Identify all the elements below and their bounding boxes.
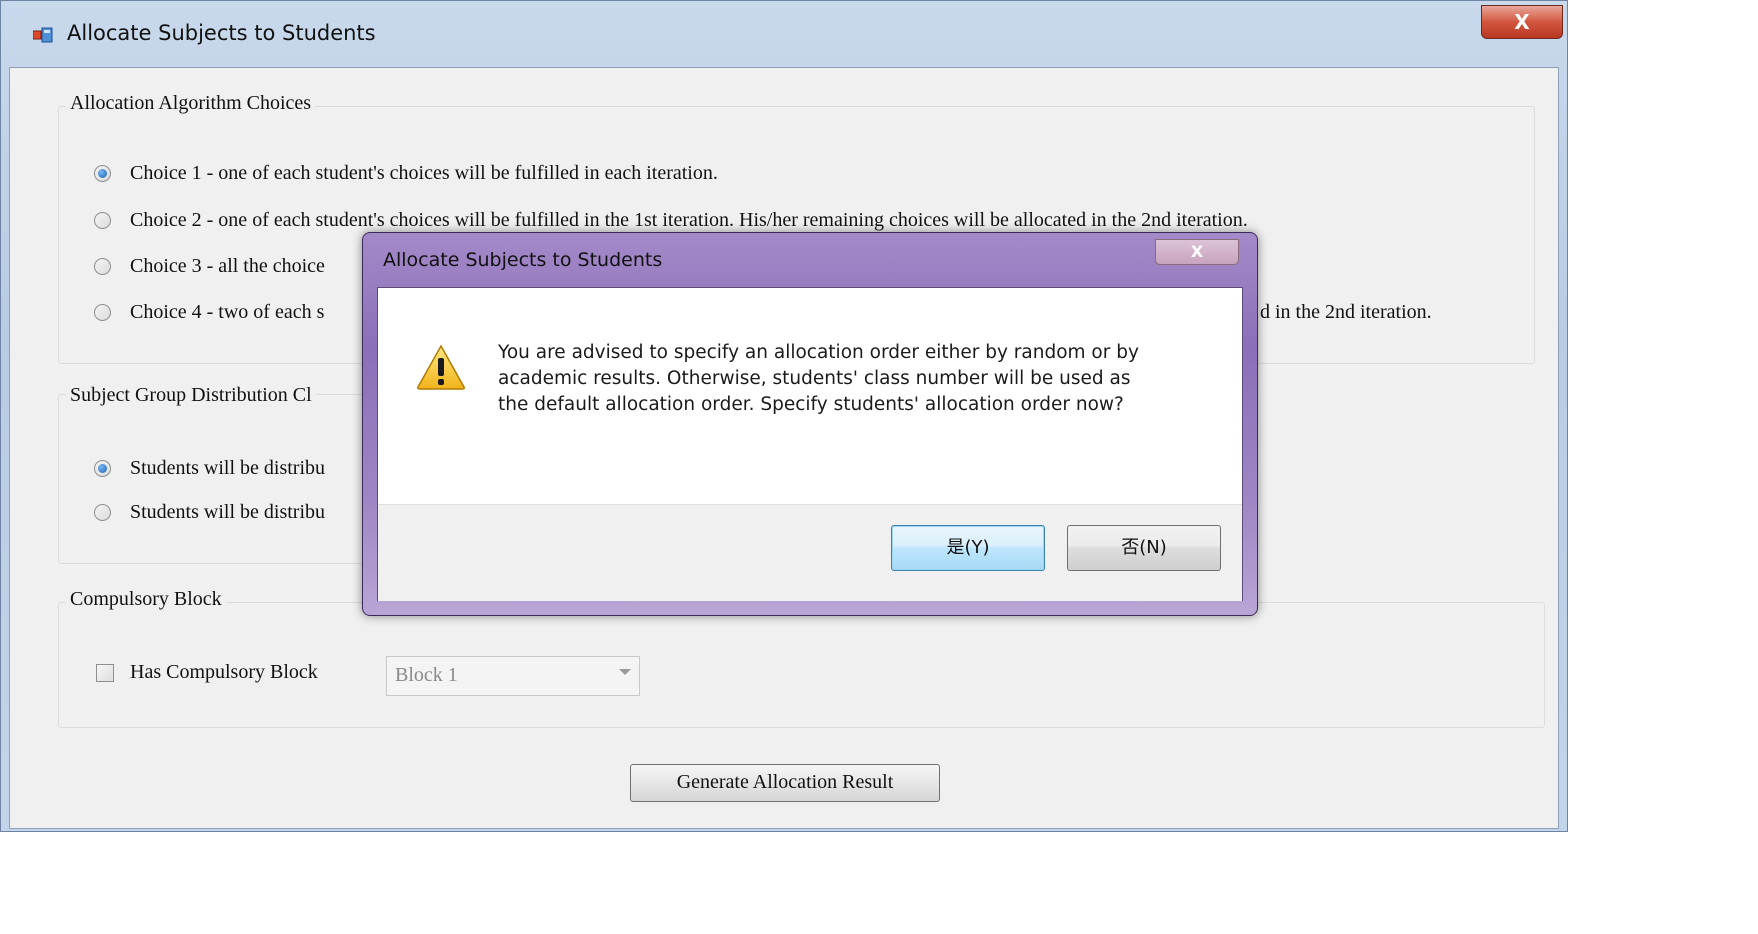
dialog-close-button[interactable]: X [1155,239,1239,265]
compulsory-block-legend: Compulsory Block [66,588,226,611]
dialog-content: You are advised to specify an allocation… [378,288,1242,504]
distribution-option-1-radio[interactable] [94,460,111,477]
close-icon: X [1190,242,1204,261]
choice-4-label-tail: d in the 2nd iteration. [1260,301,1432,323]
dialog-message: You are advised to specify an allocation… [498,342,1139,415]
choice-4-label[interactable]: Choice 4 - two of each s [130,301,324,324]
choice-1-label[interactable]: Choice 1 - one of each student's choices… [130,162,718,185]
has-compulsory-block-label[interactable]: Has Compulsory Block [130,661,318,684]
distribution-option-1-label[interactable]: Students will be distribu [130,457,325,480]
choice-2-label[interactable]: Choice 2 - one of each student's choices… [130,209,1248,232]
distribution-option-2-label[interactable]: Students will be distribu [130,501,325,524]
distribution-option-2-radio[interactable] [94,504,111,521]
window-title: Allocate Subjects to Students [67,21,376,45]
close-icon: X [1514,10,1530,34]
confirm-dialog: Allocate Subjects to Students X You are … [362,232,1258,616]
choice-4-radio[interactable] [94,304,111,321]
choice-1-radio[interactable] [94,165,111,182]
block-select-value: Block 1 [395,664,458,686]
allocation-algorithm-legend: Allocation Algorithm Choices [66,92,316,115]
app-icon [33,27,53,43]
block-select[interactable]: Block 1 [386,656,640,696]
generate-allocation-result-button[interactable]: Generate Allocation Result [630,764,940,802]
has-compulsory-block-checkbox[interactable] [96,664,114,682]
distribution-legend: Subject Group Distribution Cl [66,384,316,407]
no-button[interactable]: 否(N) [1067,525,1221,571]
chevron-down-icon [619,669,631,675]
close-button[interactable]: X [1481,5,1563,39]
choice-2-radio[interactable] [94,212,111,229]
yes-button[interactable]: 是(Y) [891,525,1045,571]
choice-3-radio[interactable] [94,258,111,275]
choice-3-label[interactable]: Choice 3 - all the choice [130,255,325,278]
dialog-title: Allocate Subjects to Students [383,249,663,271]
title-bar[interactable]: Allocate Subjects to Students X [1,1,1567,67]
warning-icon [417,344,465,390]
